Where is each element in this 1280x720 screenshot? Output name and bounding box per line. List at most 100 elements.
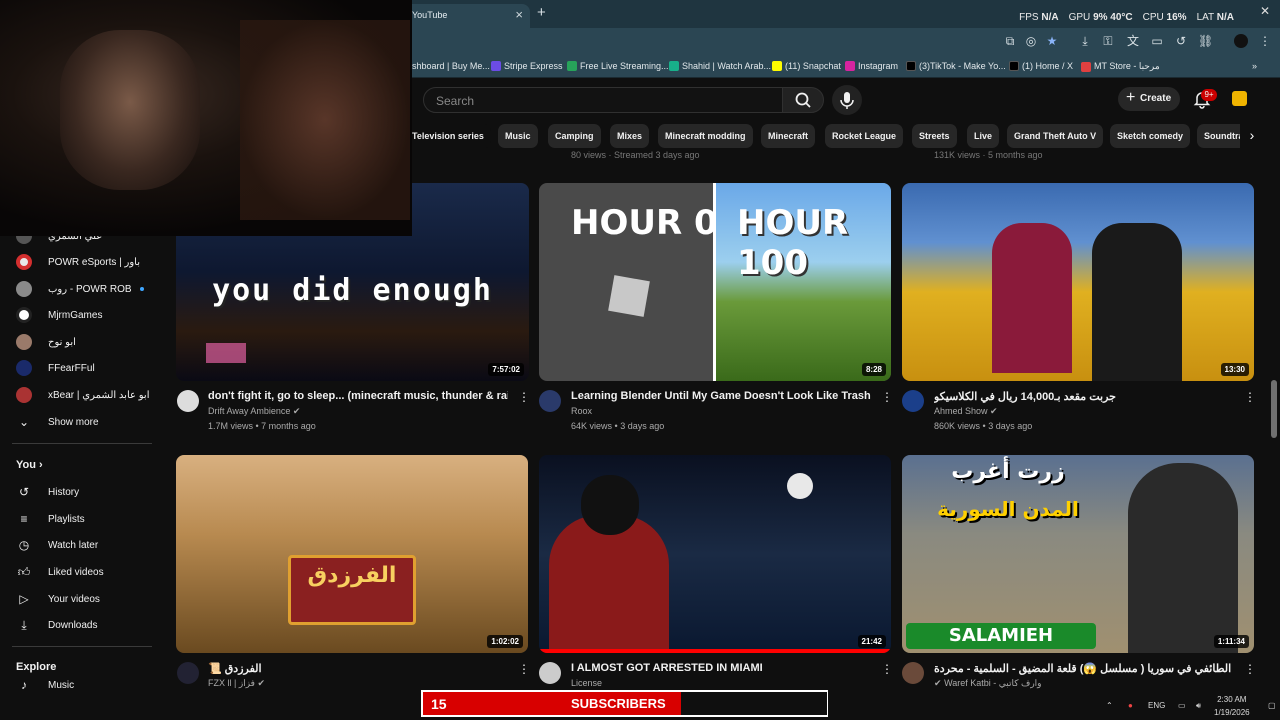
network-icon[interactable]: ▭ — [1178, 701, 1186, 710]
channel-avatar[interactable] — [539, 390, 561, 412]
channel-avatar[interactable] — [177, 662, 199, 684]
channel-avatar[interactable] — [902, 662, 924, 684]
bookmarks-overflow-icon[interactable]: » — [1252, 61, 1257, 71]
bookmark-item[interactable]: (11) Snapchat — [772, 61, 841, 71]
sidebar-subscription[interactable]: xBear | ابو عابد الشمري — [16, 384, 149, 406]
translate-icon[interactable]: 文 — [1126, 34, 1140, 48]
bookmark-item[interactable]: MT Store - مرحبا — [1081, 61, 1160, 72]
bookmark-item[interactable]: (3)TikTok - Make Yo... — [906, 61, 1006, 71]
verified-icon: ✔ — [990, 406, 998, 416]
thumbnail-text: you did enough — [212, 273, 493, 308]
video-title[interactable]: I ALMOST GOT ARRESTED IN MIAMI — [571, 662, 871, 674]
clock[interactable]: 2:30 AM 1/19/2026 — [1214, 693, 1250, 719]
sidebar-subscription[interactable]: روب - POWR ROB — [16, 278, 144, 300]
sidebar-subscription[interactable]: ابو نوح — [16, 331, 76, 353]
bookmark-item[interactable]: Shahid | Watch Arab... — [669, 61, 771, 71]
card-icon[interactable]: ▭ — [1150, 34, 1164, 48]
chip[interactable]: Rocket League — [825, 124, 904, 148]
video-title[interactable]: جربت مقعد بـ14,000 ريال في الكلاسيكو — [934, 390, 1234, 403]
sidebar-subscription[interactable]: MjrmGames — [16, 304, 102, 326]
search-button[interactable] — [782, 87, 824, 113]
mic-icon[interactable]: ● — [1128, 701, 1133, 710]
stream-subscriber-overlay: 15 SUBSCRIBERS 30 — [421, 690, 828, 717]
chip[interactable]: Minecraft — [761, 124, 816, 148]
stream-icon — [567, 61, 577, 71]
create-button[interactable]: + Create — [1118, 87, 1180, 111]
sidebar-item-your-videos[interactable]: ▷ Your videos — [16, 588, 100, 610]
more-options-icon[interactable]: ⋮ — [518, 390, 530, 404]
window-close-icon[interactable]: ✕ — [1260, 4, 1270, 18]
chip[interactable]: Grand Theft Auto V — [1007, 124, 1104, 148]
avatar — [16, 387, 32, 403]
video-thumbnail[interactable]: HOUR 0 HOUR 100 8:28 — [539, 183, 891, 381]
new-tab-button[interactable]: + — [537, 4, 546, 21]
chip[interactable]: Streets — [912, 124, 957, 148]
profile-icon[interactable] — [1234, 34, 1248, 48]
chip[interactable]: Television series — [405, 124, 491, 148]
chip[interactable]: Music — [498, 124, 538, 148]
sidebar-item-playlists[interactable]: ≡ Playlists — [16, 508, 84, 530]
download-icon[interactable]: ⤓ — [1078, 34, 1092, 48]
star-bookmark-icon[interactable]: ★ — [1045, 34, 1059, 48]
channel-name[interactable]: Drift Away Ambience ✔ — [208, 406, 300, 417]
sidebar-subscription[interactable]: POWR eSports | باور — [16, 251, 140, 273]
video-thumbnail[interactable]: 21:42 — [539, 455, 891, 653]
link-icon[interactable]: ⛓ — [1198, 34, 1213, 48]
tab-youtube[interactable]: YouTube × — [404, 4, 530, 28]
show-more-button[interactable]: ⌄ Show more — [16, 411, 99, 433]
video-thumbnail[interactable]: 13:30 — [902, 183, 1254, 381]
bookmark-item[interactable]: Free Live Streaming... — [567, 61, 669, 71]
channel-name[interactable]: License — [571, 678, 602, 688]
channel-avatar[interactable] — [902, 390, 924, 412]
chip[interactable]: Mixes — [610, 124, 650, 148]
sidebar-item-downloads[interactable]: ⤓ Downloads — [16, 614, 97, 636]
bookmark-item[interactable]: Stripe Express — [491, 61, 563, 71]
menu-dots-icon[interactable]: ⋮ — [1258, 34, 1272, 48]
video-title[interactable]: 📜 الفرزدق — [208, 662, 508, 675]
chip[interactable]: Minecraft modding — [658, 124, 753, 148]
key-icon[interactable]: ⚿ — [1101, 34, 1115, 48]
tab-close-icon[interactable]: × — [515, 7, 523, 22]
bookmark-item[interactable]: shboard | Buy Me... — [412, 61, 490, 71]
more-options-icon[interactable]: ⋮ — [1244, 390, 1256, 404]
video-title[interactable]: Learning Blender Until My Game Doesn't L… — [571, 390, 871, 402]
chip[interactable]: Sketch comedy — [1110, 124, 1191, 148]
video-title[interactable]: جولة في مدن التعايش الطائفي في سوريا ( م… — [934, 662, 1234, 675]
notification-center-icon[interactable]: ▢ — [1268, 701, 1276, 710]
sidebar-item-watch-later[interactable]: ◷ Watch later — [16, 534, 98, 556]
more-options-icon[interactable]: ⋮ — [881, 390, 893, 404]
chevron-right-icon[interactable]: › — [1240, 124, 1264, 148]
cast-icon[interactable]: ⧉ — [1003, 34, 1017, 48]
channel-avatar[interactable] — [539, 662, 561, 684]
channel-avatar[interactable] — [177, 390, 199, 412]
channel-name[interactable]: FZX ll | فزاز ✔ — [208, 678, 265, 689]
more-options-icon[interactable]: ⋮ — [881, 662, 893, 676]
webcam-background-decor — [240, 20, 410, 220]
more-options-icon[interactable]: ⋮ — [518, 662, 530, 676]
scrollbar-thumb[interactable] — [1271, 380, 1277, 438]
sidebar-item-history[interactable]: ↺ History — [16, 481, 79, 503]
language-indicator[interactable]: ENG — [1148, 701, 1165, 710]
search-input[interactable]: Search — [423, 87, 783, 113]
video-thumbnail[interactable]: زرت أغرب المدن السورية SALAMIEH 1:11:34 — [902, 455, 1254, 653]
sidebar-item-music[interactable]: ♪ Music — [16, 680, 74, 690]
sidebar-item-liked-videos[interactable]: 👍︎ Liked videos — [16, 561, 104, 583]
bookmark-item[interactable]: Instagram — [845, 61, 898, 71]
channel-name[interactable]: Ahmed Show ✔ — [934, 406, 998, 417]
avatar[interactable] — [1232, 91, 1247, 106]
more-options-icon[interactable]: ⋮ — [1244, 662, 1256, 676]
video-title[interactable]: don't fight it, go to sleep... (minecraf… — [208, 390, 508, 402]
channel-name[interactable]: Roox — [571, 406, 592, 416]
bookmark-item[interactable]: (1) Home / X — [1009, 61, 1073, 71]
chip[interactable]: Camping — [548, 124, 601, 148]
eye-off-icon[interactable]: ◎ — [1024, 34, 1038, 48]
history-icon[interactable]: ↺ — [1174, 34, 1188, 48]
sidebar-subscription[interactable]: FFearFFul — [16, 357, 95, 379]
chip[interactable]: Live — [967, 124, 1000, 148]
channel-name[interactable]: ✔ Waref Katbi - وارف كاتبي — [934, 678, 1042, 689]
chevron-up-icon[interactable]: ⌃ — [1106, 701, 1113, 710]
video-thumbnail[interactable]: الفرزدق 1:02:02 — [176, 455, 528, 653]
you-section-heading[interactable]: You › — [16, 459, 43, 471]
voice-search-button[interactable] — [832, 85, 862, 115]
volume-icon[interactable]: 🔊︎ — [1196, 701, 1201, 711]
